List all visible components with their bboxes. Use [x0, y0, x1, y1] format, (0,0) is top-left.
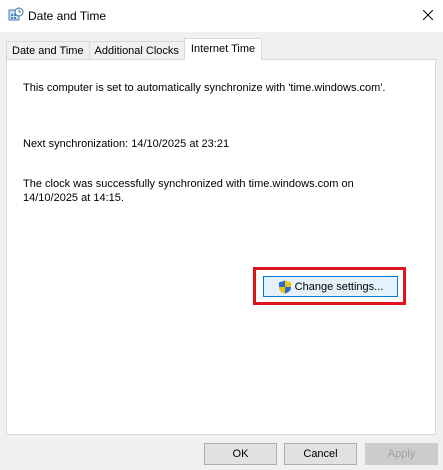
internet-time-panel: This computer is set to automatically sy…	[6, 59, 436, 435]
tab-date-and-time[interactable]: Date and Time	[6, 41, 90, 60]
uac-shield-icon	[278, 280, 292, 294]
change-settings-button[interactable]: Change settings...	[263, 276, 398, 297]
sync-message: This computer is set to automatically sy…	[23, 82, 386, 94]
tab-additional-clocks[interactable]: Additional Clocks	[88, 41, 185, 60]
cancel-button[interactable]: Cancel	[284, 443, 357, 465]
last-sync-line-2: 14/10/2025 at 14:15.	[23, 192, 124, 204]
ok-button[interactable]: OK	[204, 443, 277, 465]
tab-strip: Date and Time Additional Clocks Internet…	[6, 38, 263, 60]
next-sync-text: Next synchronization: 14/10/2025 at 23:2…	[23, 138, 230, 150]
last-sync-line-1: The clock was successfully synchronized …	[23, 178, 354, 190]
clock-globe-icon	[8, 7, 24, 23]
change-settings-label: Change settings...	[294, 280, 384, 293]
title-bar: Date and Time	[0, 0, 443, 32]
tab-internet-time[interactable]: Internet Time	[183, 38, 263, 60]
apply-button[interactable]: Apply	[365, 443, 438, 465]
last-sync-text: The clock was successfully synchronized …	[23, 177, 403, 205]
window-title: Date and Time	[28, 9, 107, 23]
close-icon[interactable]	[413, 0, 443, 30]
